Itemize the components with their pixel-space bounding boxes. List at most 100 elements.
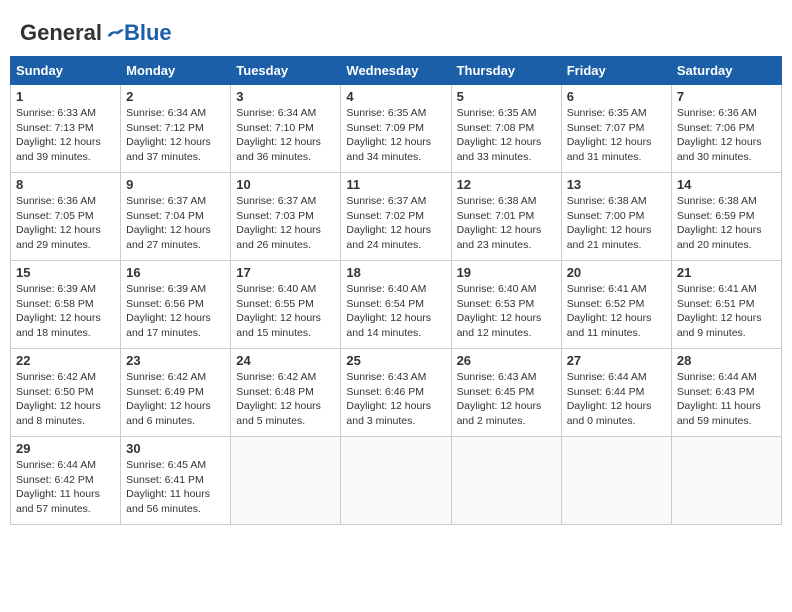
calendar-header-row: SundayMondayTuesdayWednesdayThursdayFrid…: [11, 57, 782, 85]
day-info: Sunrise: 6:43 AMSunset: 6:45 PMDaylight:…: [457, 370, 556, 429]
calendar-cell: 2 Sunrise: 6:34 AMSunset: 7:12 PMDayligh…: [121, 85, 231, 173]
day-info: Sunrise: 6:39 AMSunset: 6:56 PMDaylight:…: [126, 282, 225, 341]
day-number: 7: [677, 89, 776, 104]
day-number: 17: [236, 265, 335, 280]
calendar-table: SundayMondayTuesdayWednesdayThursdayFrid…: [10, 56, 782, 525]
day-info: Sunrise: 6:45 AMSunset: 6:41 PMDaylight:…: [126, 458, 225, 517]
day-number: 14: [677, 177, 776, 192]
calendar-cell: 24 Sunrise: 6:42 AMSunset: 6:48 PMDaylig…: [231, 349, 341, 437]
calendar-cell: 22 Sunrise: 6:42 AMSunset: 6:50 PMDaylig…: [11, 349, 121, 437]
calendar-cell: 14 Sunrise: 6:38 AMSunset: 6:59 PMDaylig…: [671, 173, 781, 261]
col-header-saturday: Saturday: [671, 57, 781, 85]
calendar-cell: [671, 437, 781, 525]
calendar-cell: 27 Sunrise: 6:44 AMSunset: 6:44 PMDaylig…: [561, 349, 671, 437]
calendar-cell: 29 Sunrise: 6:44 AMSunset: 6:42 PMDaylig…: [11, 437, 121, 525]
day-info: Sunrise: 6:36 AMSunset: 7:06 PMDaylight:…: [677, 106, 776, 165]
calendar-cell: 1 Sunrise: 6:33 AMSunset: 7:13 PMDayligh…: [11, 85, 121, 173]
calendar-week-2: 8 Sunrise: 6:36 AMSunset: 7:05 PMDayligh…: [11, 173, 782, 261]
calendar-cell: [341, 437, 451, 525]
day-info: Sunrise: 6:34 AMSunset: 7:12 PMDaylight:…: [126, 106, 225, 165]
calendar-week-1: 1 Sunrise: 6:33 AMSunset: 7:13 PMDayligh…: [11, 85, 782, 173]
day-info: Sunrise: 6:42 AMSunset: 6:49 PMDaylight:…: [126, 370, 225, 429]
day-info: Sunrise: 6:44 AMSunset: 6:44 PMDaylight:…: [567, 370, 666, 429]
calendar-week-4: 22 Sunrise: 6:42 AMSunset: 6:50 PMDaylig…: [11, 349, 782, 437]
day-number: 18: [346, 265, 445, 280]
day-info: Sunrise: 6:44 AMSunset: 6:43 PMDaylight:…: [677, 370, 776, 429]
col-header-sunday: Sunday: [11, 57, 121, 85]
calendar-cell: 20 Sunrise: 6:41 AMSunset: 6:52 PMDaylig…: [561, 261, 671, 349]
calendar-cell: 15 Sunrise: 6:39 AMSunset: 6:58 PMDaylig…: [11, 261, 121, 349]
day-info: Sunrise: 6:38 AMSunset: 7:00 PMDaylight:…: [567, 194, 666, 253]
day-number: 8: [16, 177, 115, 192]
calendar-week-5: 29 Sunrise: 6:44 AMSunset: 6:42 PMDaylig…: [11, 437, 782, 525]
day-number: 20: [567, 265, 666, 280]
calendar-cell: 25 Sunrise: 6:43 AMSunset: 6:46 PMDaylig…: [341, 349, 451, 437]
calendar-cell: [231, 437, 341, 525]
calendar-cell: 11 Sunrise: 6:37 AMSunset: 7:02 PMDaylig…: [341, 173, 451, 261]
calendar-cell: 16 Sunrise: 6:39 AMSunset: 6:56 PMDaylig…: [121, 261, 231, 349]
day-info: Sunrise: 6:35 AMSunset: 7:08 PMDaylight:…: [457, 106, 556, 165]
logo-blue-text: Blue: [124, 20, 172, 46]
calendar-cell: 19 Sunrise: 6:40 AMSunset: 6:53 PMDaylig…: [451, 261, 561, 349]
day-info: Sunrise: 6:40 AMSunset: 6:53 PMDaylight:…: [457, 282, 556, 341]
calendar-cell: 30 Sunrise: 6:45 AMSunset: 6:41 PMDaylig…: [121, 437, 231, 525]
day-number: 24: [236, 353, 335, 368]
calendar-week-3: 15 Sunrise: 6:39 AMSunset: 6:58 PMDaylig…: [11, 261, 782, 349]
day-number: 11: [346, 177, 445, 192]
calendar-cell: 21 Sunrise: 6:41 AMSunset: 6:51 PMDaylig…: [671, 261, 781, 349]
day-info: Sunrise: 6:37 AMSunset: 7:04 PMDaylight:…: [126, 194, 225, 253]
day-info: Sunrise: 6:35 AMSunset: 7:09 PMDaylight:…: [346, 106, 445, 165]
calendar-cell: 4 Sunrise: 6:35 AMSunset: 7:09 PMDayligh…: [341, 85, 451, 173]
day-info: Sunrise: 6:39 AMSunset: 6:58 PMDaylight:…: [16, 282, 115, 341]
calendar-cell: 8 Sunrise: 6:36 AMSunset: 7:05 PMDayligh…: [11, 173, 121, 261]
day-info: Sunrise: 6:35 AMSunset: 7:07 PMDaylight:…: [567, 106, 666, 165]
col-header-thursday: Thursday: [451, 57, 561, 85]
day-number: 6: [567, 89, 666, 104]
col-header-wednesday: Wednesday: [341, 57, 451, 85]
day-number: 5: [457, 89, 556, 104]
day-number: 13: [567, 177, 666, 192]
day-info: Sunrise: 6:40 AMSunset: 6:54 PMDaylight:…: [346, 282, 445, 341]
day-number: 25: [346, 353, 445, 368]
col-header-monday: Monday: [121, 57, 231, 85]
calendar-cell: [561, 437, 671, 525]
calendar-cell: 23 Sunrise: 6:42 AMSunset: 6:49 PMDaylig…: [121, 349, 231, 437]
day-number: 29: [16, 441, 115, 456]
day-info: Sunrise: 6:43 AMSunset: 6:46 PMDaylight:…: [346, 370, 445, 429]
calendar-cell: 9 Sunrise: 6:37 AMSunset: 7:04 PMDayligh…: [121, 173, 231, 261]
day-number: 2: [126, 89, 225, 104]
calendar-cell: 17 Sunrise: 6:40 AMSunset: 6:55 PMDaylig…: [231, 261, 341, 349]
day-number: 16: [126, 265, 225, 280]
day-info: Sunrise: 6:38 AMSunset: 7:01 PMDaylight:…: [457, 194, 556, 253]
day-number: 30: [126, 441, 225, 456]
day-number: 26: [457, 353, 556, 368]
day-info: Sunrise: 6:37 AMSunset: 7:02 PMDaylight:…: [346, 194, 445, 253]
day-number: 10: [236, 177, 335, 192]
day-number: 1: [16, 89, 115, 104]
day-number: 19: [457, 265, 556, 280]
day-info: Sunrise: 6:40 AMSunset: 6:55 PMDaylight:…: [236, 282, 335, 341]
day-number: 27: [567, 353, 666, 368]
calendar-cell: 7 Sunrise: 6:36 AMSunset: 7:06 PMDayligh…: [671, 85, 781, 173]
calendar-cell: 5 Sunrise: 6:35 AMSunset: 7:08 PMDayligh…: [451, 85, 561, 173]
day-info: Sunrise: 6:38 AMSunset: 6:59 PMDaylight:…: [677, 194, 776, 253]
day-number: 12: [457, 177, 556, 192]
day-info: Sunrise: 6:36 AMSunset: 7:05 PMDaylight:…: [16, 194, 115, 253]
day-number: 15: [16, 265, 115, 280]
calendar-cell: 3 Sunrise: 6:34 AMSunset: 7:10 PMDayligh…: [231, 85, 341, 173]
col-header-tuesday: Tuesday: [231, 57, 341, 85]
day-info: Sunrise: 6:41 AMSunset: 6:51 PMDaylight:…: [677, 282, 776, 341]
calendar-cell: 26 Sunrise: 6:43 AMSunset: 6:45 PMDaylig…: [451, 349, 561, 437]
calendar-cell: 13 Sunrise: 6:38 AMSunset: 7:00 PMDaylig…: [561, 173, 671, 261]
day-number: 4: [346, 89, 445, 104]
day-info: Sunrise: 6:42 AMSunset: 6:50 PMDaylight:…: [16, 370, 115, 429]
day-info: Sunrise: 6:37 AMSunset: 7:03 PMDaylight:…: [236, 194, 335, 253]
day-info: Sunrise: 6:42 AMSunset: 6:48 PMDaylight:…: [236, 370, 335, 429]
day-number: 21: [677, 265, 776, 280]
calendar-cell: 12 Sunrise: 6:38 AMSunset: 7:01 PMDaylig…: [451, 173, 561, 261]
day-number: 22: [16, 353, 115, 368]
day-number: 28: [677, 353, 776, 368]
calendar-cell: 6 Sunrise: 6:35 AMSunset: 7:07 PMDayligh…: [561, 85, 671, 173]
day-number: 23: [126, 353, 225, 368]
calendar-cell: [451, 437, 561, 525]
